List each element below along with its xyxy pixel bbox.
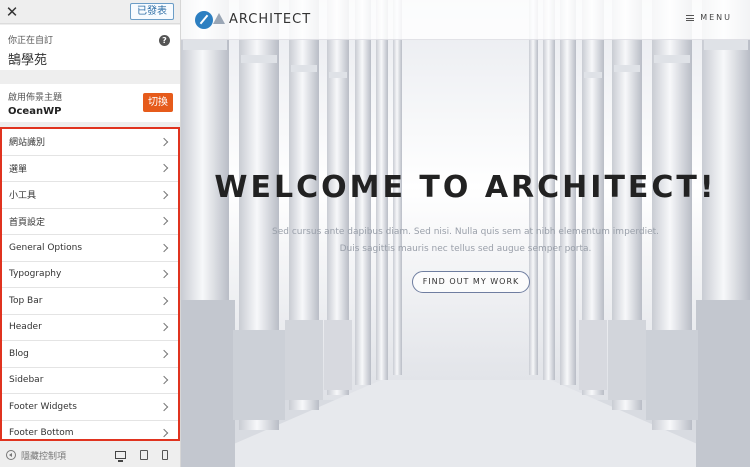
section-label: Top Bar [9, 295, 43, 306]
chevron-right-icon [159, 137, 169, 146]
section-top-bar[interactable]: Top Bar [2, 288, 178, 315]
chevron-right-icon [159, 349, 169, 358]
change-theme-button[interactable]: 切換 [143, 93, 173, 112]
section-homepage-settings[interactable]: 首頁設定 [2, 209, 178, 235]
chevron-right-icon [159, 376, 169, 385]
hero-title: WELCOME TO ARCHITECT! [214, 170, 717, 205]
chevron-right-icon [159, 217, 169, 226]
section-label: Footer Widgets [9, 401, 77, 412]
section-typography[interactable]: Typography [2, 262, 178, 288]
hero-line-1: Sed cursus ante dapibus diam. Sed nisi. … [272, 227, 659, 237]
section-sidebar[interactable]: Sidebar [2, 368, 178, 394]
customizing-label: 你正在自訂 [8, 36, 54, 46]
chevron-right-icon [159, 402, 169, 411]
section-blog[interactable]: Blog [2, 341, 178, 368]
hero-line-2: Duis sagittis mauris nec tellus sed augu… [339, 244, 592, 254]
publish-button[interactable]: 已發表 [130, 3, 174, 20]
chevron-right-icon [159, 270, 169, 279]
section-label: Footer Bottom [9, 428, 74, 439]
section-widgets[interactable]: 小工具 [2, 182, 178, 209]
tablet-icon[interactable] [140, 450, 148, 460]
section-site-identity[interactable]: 網站識別 [2, 129, 178, 156]
customizer-sections-panel: 網站識別 選單 小工具 首頁設定 General Options Typogra… [0, 127, 180, 441]
chevron-right-icon [159, 429, 169, 438]
chevron-right-icon [159, 190, 169, 199]
chevron-right-icon [159, 243, 169, 252]
section-label: 首頁設定 [9, 217, 46, 228]
logo-triangle-icon [213, 13, 225, 24]
section-label: Typography [9, 269, 62, 280]
section-label: Header [9, 322, 42, 333]
chevron-right-icon [159, 323, 169, 332]
site-name: 鵠學苑 [8, 53, 48, 68]
customizer-header: ✕ 已發表 [0, 0, 180, 24]
section-header[interactable]: Header [2, 315, 178, 341]
mobile-icon[interactable] [162, 450, 168, 460]
desktop-icon[interactable] [115, 451, 126, 462]
menu-label: MENU [700, 13, 732, 22]
device-preview-buttons [115, 450, 168, 462]
hero-subtitle: Sed cursus ante dapibus diam. Sed nisi. … [181, 224, 750, 258]
section-label: 選單 [9, 164, 28, 175]
help-icon[interactable]: ? [159, 35, 170, 46]
chevron-right-icon [159, 296, 169, 305]
section-general-options[interactable]: General Options [2, 235, 178, 262]
customizing-info: 你正在自訂 鵠學苑 ? [0, 25, 180, 70]
section-label: 小工具 [9, 191, 37, 202]
active-theme-box: 啟用佈景主題 OceanWP 切換 [0, 84, 180, 122]
collapse-label[interactable]: 隱藏控制項 [21, 449, 66, 462]
hamburger-icon [686, 14, 695, 21]
section-label: General Options [9, 242, 83, 253]
find-out-work-button[interactable]: FIND OUT MY WORK [412, 271, 530, 293]
site-header: ARCHITECT MENU [181, 0, 750, 40]
section-menus[interactable]: 選單 [2, 156, 178, 182]
collapse-icon[interactable] [6, 450, 16, 460]
section-footer-widgets[interactable]: Footer Widgets [2, 394, 178, 421]
logo-pen-icon[interactable] [195, 11, 213, 29]
site-preview: ARCHITECT MENU WELCOME TO ARCHITECT! Sed… [181, 0, 750, 467]
site-title[interactable]: ARCHITECT [229, 12, 311, 27]
chevron-right-icon [159, 164, 169, 173]
close-icon[interactable]: ✕ [0, 0, 24, 24]
menu-button[interactable]: MENU [686, 13, 732, 22]
customizer-footer: 隱藏控制項 [0, 443, 180, 467]
section-label: Sidebar [9, 375, 44, 386]
section-label: Blog [9, 348, 29, 359]
customizer-sidebar: ✕ 已發表 你正在自訂 鵠學苑 ? 啟用佈景主題 OceanWP 切換 網站識別… [0, 0, 181, 467]
section-footer-bottom[interactable]: Footer Bottom [2, 421, 178, 440]
section-label: 網站識別 [9, 138, 46, 149]
